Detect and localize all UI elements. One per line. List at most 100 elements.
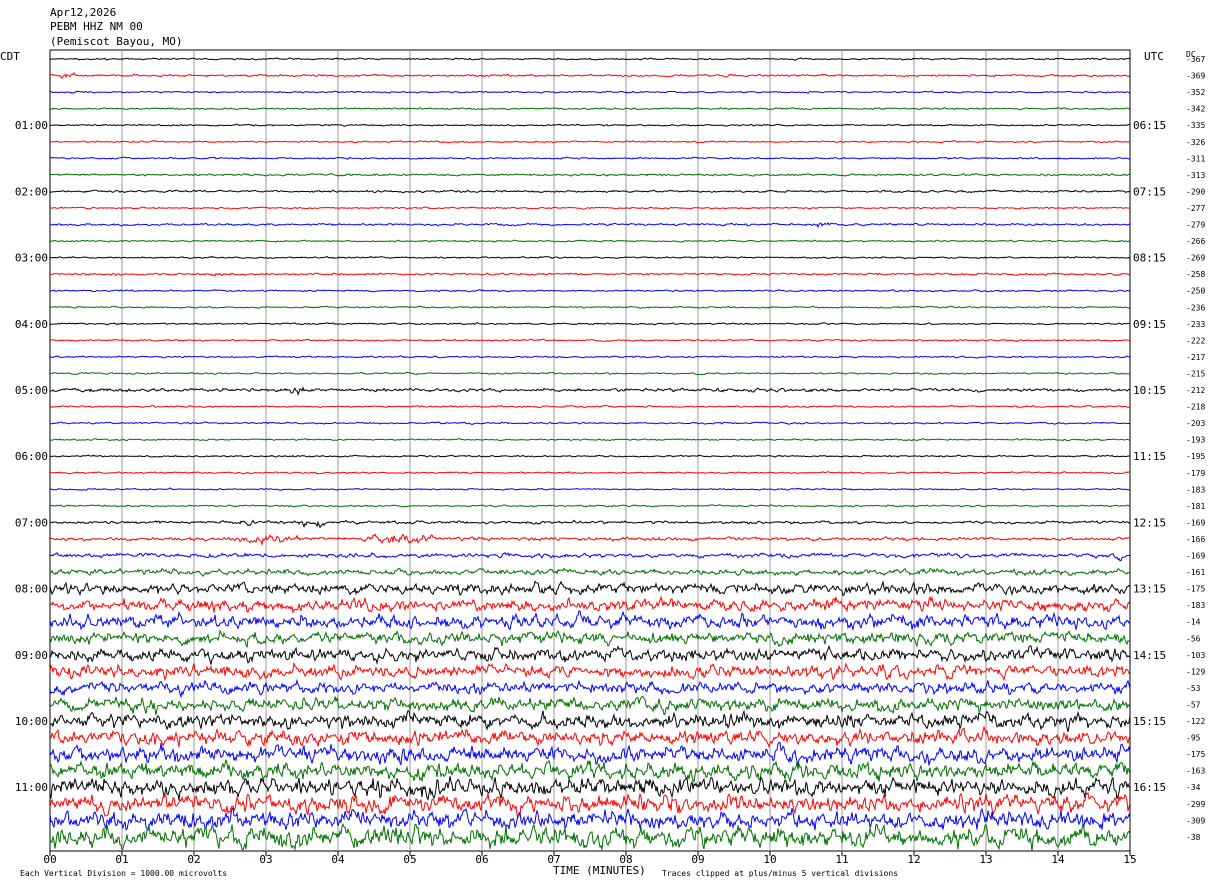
right-time-label: 09:15 xyxy=(1133,318,1166,331)
x-tick-label: 00 xyxy=(43,853,56,866)
dc-offset-label: -290 xyxy=(1186,187,1205,196)
x-tick-label: 14 xyxy=(1051,853,1065,866)
dc-offset-label: -14 xyxy=(1186,618,1201,627)
dc-offset-label: -95 xyxy=(1186,734,1201,743)
trace-row xyxy=(49,139,1131,144)
trace-row xyxy=(49,662,1131,682)
trace-row xyxy=(49,289,1131,293)
x-tick-label: 02 xyxy=(187,853,200,866)
trace-row xyxy=(49,533,1131,547)
dc-offset-label: -57 xyxy=(1186,700,1201,709)
dc-offset-label: -342 xyxy=(1186,105,1205,114)
x-tick-label: 09 xyxy=(691,853,704,866)
trace-row xyxy=(49,759,1131,784)
trace-row xyxy=(49,610,1131,632)
right-time-label: 08:15 xyxy=(1133,252,1166,265)
trace-row xyxy=(49,454,1131,458)
trace-row xyxy=(50,371,1131,376)
dc-offset-label: -175 xyxy=(1186,750,1205,759)
dc-offset-label: -236 xyxy=(1186,303,1205,312)
trace-row xyxy=(49,580,1131,597)
left-time-label: 03:00 xyxy=(15,252,48,265)
trace-row xyxy=(49,678,1131,699)
left-time-label: 07:00 xyxy=(15,516,48,529)
right-timezone-label: UTC xyxy=(1144,50,1164,63)
header-station: PEBM HHZ NM 00 xyxy=(50,20,143,33)
trace-row xyxy=(49,421,1131,425)
scale-note: Each Vertical Division = 1000.00 microvo… xyxy=(20,869,227,878)
dc-offset-label: -161 xyxy=(1186,568,1205,577)
left-time-label: 02:00 xyxy=(15,185,48,198)
trace-row xyxy=(49,791,1131,818)
dc-offset-label: -129 xyxy=(1186,667,1205,676)
left-time-label: 04:00 xyxy=(15,318,48,331)
header-date: Apr12,2026 xyxy=(50,6,116,19)
trace-row xyxy=(49,519,1131,529)
right-time-label: 07:15 xyxy=(1133,185,1166,198)
trace-row xyxy=(50,437,1131,442)
right-time-label: 14:15 xyxy=(1133,649,1166,662)
trace-row xyxy=(49,189,1131,194)
dc-offset-label: -222 xyxy=(1186,336,1205,345)
dc-offset-label: -311 xyxy=(1186,154,1205,163)
left-time-label: 05:00 xyxy=(15,384,48,397)
x-tick-label: 06 xyxy=(475,853,488,866)
x-tick-label: 11 xyxy=(835,853,848,866)
header-location: (Pemiscot Bayou, MO) xyxy=(50,35,182,48)
trace-row xyxy=(49,106,1131,111)
left-time-label: 01:00 xyxy=(15,119,48,132)
trace-row xyxy=(49,239,1130,243)
left-timezone-label: CDT xyxy=(0,50,20,63)
dc-offset-label: -269 xyxy=(1186,254,1205,263)
dc-offset-layer: -367 -369 -352 -342 -335 -326 -311 -313 -290 -277… xyxy=(1186,55,1205,842)
dc-offset-label: -169 xyxy=(1186,518,1205,527)
trace-row xyxy=(49,156,1131,160)
trace-row xyxy=(49,305,1131,309)
x-tick-label: 01 xyxy=(115,853,128,866)
dc-offset-label: -53 xyxy=(1186,684,1201,693)
trace-row xyxy=(49,385,1131,396)
trace-row xyxy=(49,644,1131,665)
dc-offset-label: -277 xyxy=(1186,204,1205,213)
dc-offset-label: -193 xyxy=(1186,436,1205,445)
dc-offset-label: -326 xyxy=(1186,138,1205,147)
trace-row xyxy=(49,504,1131,508)
trace-row xyxy=(49,822,1131,852)
dc-offset-label: -250 xyxy=(1186,287,1205,296)
x-tick-label: 10 xyxy=(763,853,776,866)
dc-offset-label: -266 xyxy=(1186,237,1205,246)
trace-row xyxy=(50,222,1131,229)
dc-offset-label: -212 xyxy=(1186,386,1205,395)
right-time-label: 15:15 xyxy=(1133,715,1166,728)
trace-row xyxy=(49,72,1131,79)
dc-offset-label: -335 xyxy=(1186,121,1205,130)
trace-layer xyxy=(49,57,1131,852)
trace-row xyxy=(49,551,1130,562)
dc-offset-label: -163 xyxy=(1186,767,1205,776)
trace-row xyxy=(49,629,1131,648)
dc-offset-label: -175 xyxy=(1186,585,1205,594)
trace-row xyxy=(49,272,1131,277)
trace-row xyxy=(49,338,1131,343)
right-time-label: 11:15 xyxy=(1133,450,1166,463)
right-time-label: 12:15 xyxy=(1133,516,1166,529)
dc-offset-label: -279 xyxy=(1186,221,1205,230)
dc-offset-label: -258 xyxy=(1186,270,1205,279)
trace-row xyxy=(49,776,1131,801)
right-time-label: 13:15 xyxy=(1133,583,1166,596)
trace-row xyxy=(49,123,1131,127)
trace-row xyxy=(49,255,1131,260)
dc-offset-label: -369 xyxy=(1186,72,1205,81)
trace-row xyxy=(49,595,1131,615)
trace-row xyxy=(49,724,1131,749)
left-time-label: 11:00 xyxy=(15,781,48,794)
trace-row xyxy=(49,487,1131,491)
left-time-label: 10:00 xyxy=(15,715,48,728)
left-time-label: 06:00 xyxy=(15,450,48,463)
dc-offset-label: -195 xyxy=(1186,452,1205,461)
dc-offset-label: -183 xyxy=(1186,485,1205,494)
trace-row xyxy=(49,696,1131,715)
dc-offset-label: -309 xyxy=(1186,816,1205,825)
dc-offset-label: -215 xyxy=(1186,369,1205,378)
left-time-label: 08:00 xyxy=(15,583,48,596)
